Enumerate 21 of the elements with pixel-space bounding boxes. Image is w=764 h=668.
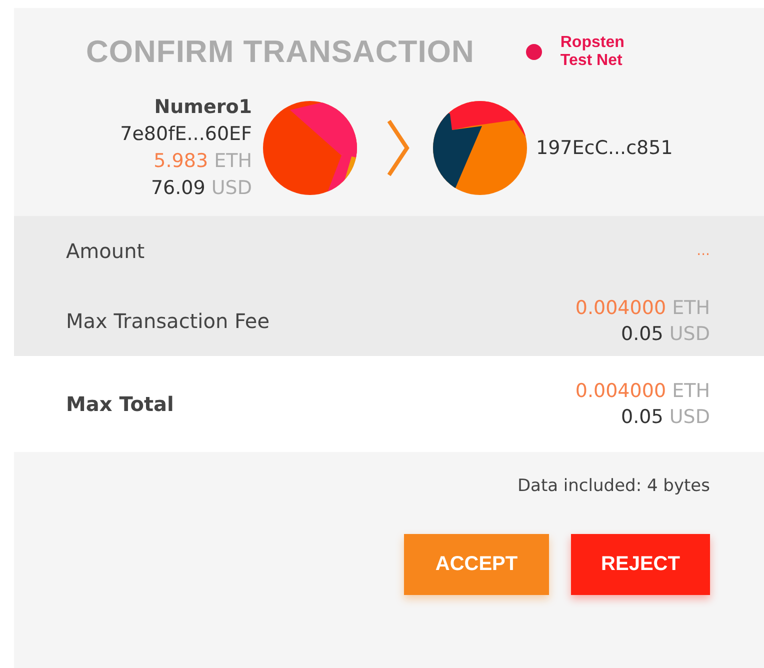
accept-button[interactable]: ACCEPT [404, 534, 549, 595]
account-balance: 5.983 ETH [154, 149, 252, 174]
eth-amount: 0.004000 ETH [575, 379, 710, 404]
fiat-amount: 0.05 USD [621, 322, 710, 347]
network-name: Ropsten Test Net [560, 34, 626, 70]
account-fiat-balance: 76.09 USD [150, 176, 252, 201]
recipient-avatar-icon [432, 100, 528, 196]
row-label: Max Total [66, 392, 174, 416]
reject-button[interactable]: REJECT [571, 534, 710, 595]
row-label: Amount [66, 239, 145, 263]
row-label: Max Transaction Fee [66, 309, 270, 333]
account-address: 7e80fE...60EF [120, 122, 252, 147]
sender-avatar-icon [262, 100, 358, 196]
screen-title: CONFIRM TRANSACTION [86, 34, 474, 70]
recipient-address: 197EcC...c851 [536, 137, 673, 159]
chevron-right-icon [386, 119, 410, 177]
fiat-amount: 0.05 USD [621, 405, 710, 430]
loading-ellipsis: ... [696, 243, 710, 259]
account-name: Numero1 [154, 95, 252, 120]
data-included-note: Data included: 4 bytes [517, 476, 710, 496]
eth-amount: 0.004000 ETH [575, 296, 710, 321]
